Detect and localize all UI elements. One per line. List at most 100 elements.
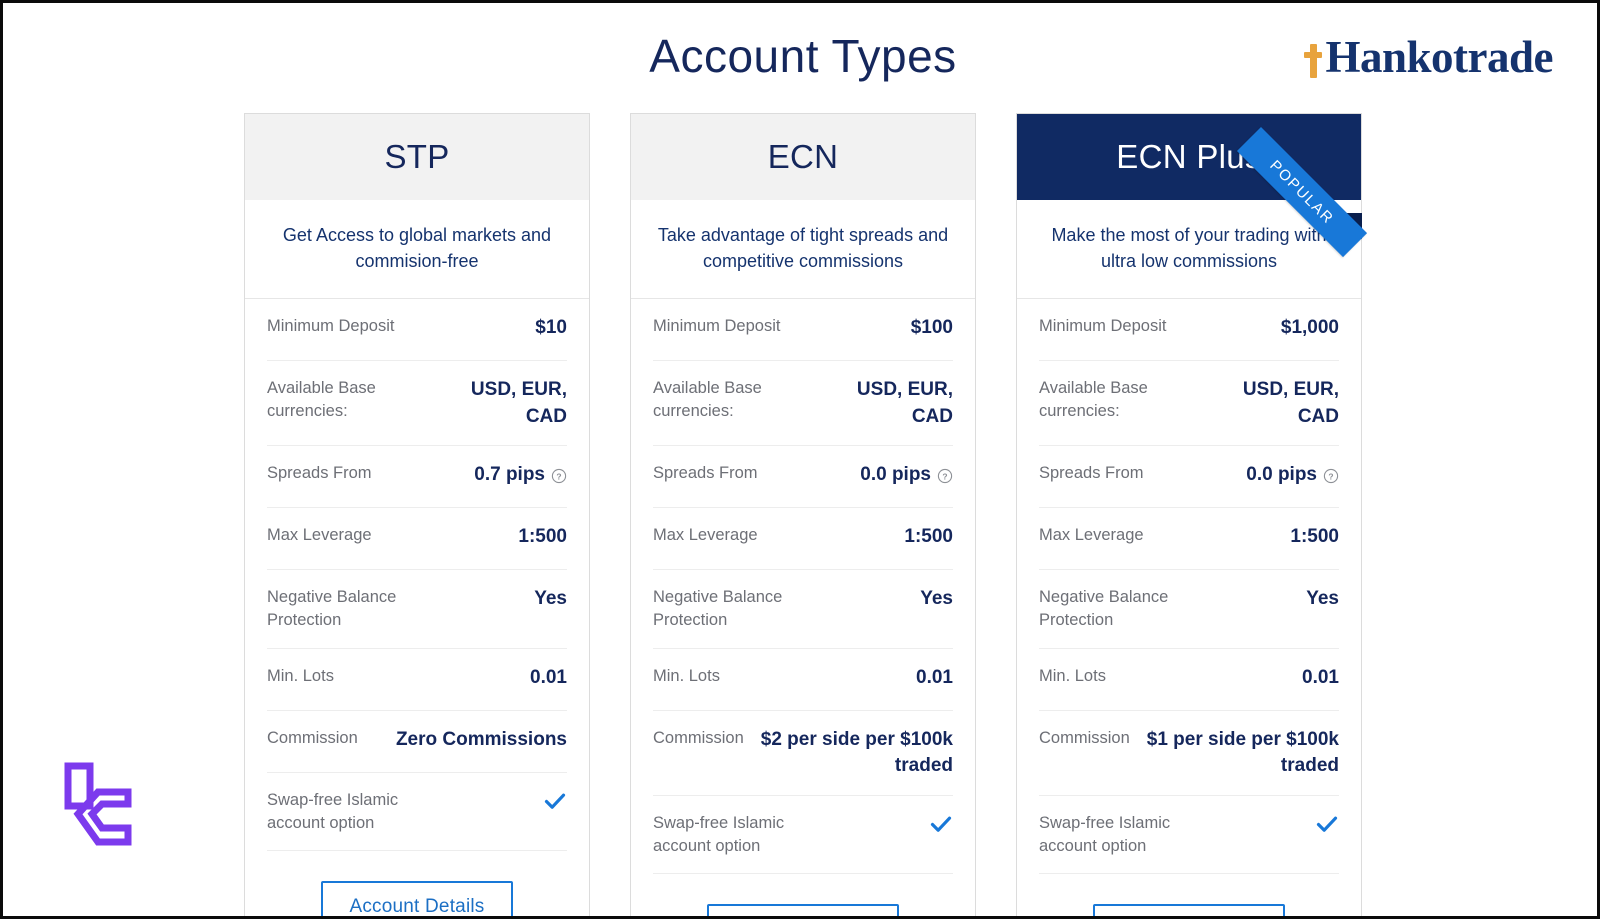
- spec-row-minimum-deposit: Minimum Deposit $10: [267, 299, 567, 362]
- spec-label: Commission: [653, 728, 744, 747]
- spec-value: 1:500: [904, 526, 953, 548]
- svg-text:?: ?: [556, 471, 561, 481]
- hankotrade-mark-icon: [1301, 34, 1327, 80]
- spec-value: 0.7 pips ?: [474, 462, 567, 489]
- hankotrade-logo: Hankotrade: [1301, 33, 1553, 81]
- spec-label: Min. Lots: [653, 666, 720, 685]
- spec-row-spreads-from: Spreads From 0.7 pips ?: [267, 446, 567, 509]
- spec-value: [929, 812, 953, 836]
- spec-row-base-currencies: Available Base currencies: USD, EUR, CAD: [1039, 361, 1339, 447]
- spec-value: $100: [910, 317, 953, 339]
- spec-label: Max Leverage: [267, 526, 372, 545]
- spec-label: Available Base currencies:: [1039, 379, 1148, 421]
- card-footer: Account Details: [1039, 872, 1339, 916]
- account-card-stp: STP Get Access to global markets and com…: [244, 113, 590, 916]
- spec-label: Spreads From: [653, 464, 758, 483]
- spec-label: Commission: [267, 728, 358, 747]
- spec-row-base-currencies: Available Base currencies: USD, EUR, CAD: [653, 361, 953, 447]
- help-circle-icon[interactable]: ?: [1323, 468, 1339, 484]
- spec-label: Min. Lots: [1039, 666, 1106, 685]
- spec-label: Available Base currencies:: [267, 379, 376, 421]
- card-header: STP: [245, 114, 589, 200]
- card-title: ECN Plus: [1116, 138, 1262, 175]
- account-card-ecn-plus: ECN Plus POPULAR Make the most of your t…: [1016, 113, 1368, 916]
- check-icon: [929, 812, 953, 836]
- spec-row-minimum-deposit: Minimum Deposit $100: [653, 299, 953, 362]
- card-title: ECN: [767, 138, 839, 175]
- spec-label: Available Base currencies:: [653, 379, 762, 421]
- spec-label: Negative Balance Protection: [653, 588, 783, 630]
- spec-label: Negative Balance Protection: [267, 588, 397, 630]
- svg-text:?: ?: [942, 471, 947, 481]
- spec-label: Max Leverage: [1039, 526, 1144, 545]
- spec-value: 0.01: [530, 666, 567, 688]
- account-details-button[interactable]: Account Details: [321, 880, 513, 916]
- card-subtitle: Get Access to global markets and commisi…: [245, 200, 589, 300]
- spec-row-negative-balance: Negative Balance Protection Yes: [1039, 570, 1339, 649]
- spec-value: Zero Commissions: [395, 728, 567, 750]
- card-footer: Account Details: [267, 849, 567, 916]
- account-types-page: Account Types Hankotrade STP Get Access …: [0, 0, 1600, 919]
- spec-row-min-lots: Min. Lots 0.01: [653, 649, 953, 711]
- spec-value: 0.01: [916, 666, 953, 688]
- spec-row-negative-balance: Negative Balance Protection Yes: [267, 570, 567, 649]
- help-circle-icon[interactable]: ?: [937, 468, 953, 484]
- check-icon: [543, 789, 567, 813]
- spec-value: [543, 789, 567, 813]
- spec-value: [1315, 812, 1339, 836]
- spec-row-spreads-from: Spreads From 0.0 pips ?: [1039, 446, 1339, 509]
- spec-row-max-leverage: Max Leverage 1:500: [267, 508, 567, 571]
- spec-row-max-leverage: Max Leverage 1:500: [1039, 508, 1339, 571]
- spec-label: Minimum Deposit: [267, 317, 395, 336]
- account-details-button[interactable]: Account Details: [707, 903, 899, 916]
- spec-value: 1:500: [1290, 526, 1339, 548]
- spec-value: 0.0 pips ?: [860, 462, 953, 489]
- spec-row-base-currencies: Available Base currencies: USD, EUR, CAD: [267, 361, 567, 447]
- card-subtitle: Make the most of your trading with ultra…: [1017, 200, 1361, 300]
- card-title: STP: [384, 138, 450, 175]
- spec-label: Swap-free Islamic account option: [1039, 813, 1171, 855]
- svg-text:?: ?: [1328, 471, 1333, 481]
- spec-label: Minimum Deposit: [653, 317, 781, 336]
- spec-row-commission: Commission $2 per side per $100k traded: [653, 711, 953, 796]
- spec-row-minimum-deposit: Minimum Deposit $1,000: [1039, 299, 1339, 362]
- spec-value: Yes: [1306, 588, 1339, 610]
- spec-row-swap-free: Swap-free Islamic account option: [267, 773, 567, 850]
- spec-value: Yes: [920, 588, 953, 610]
- spec-row-swap-free: Swap-free Islamic account option: [1039, 796, 1339, 873]
- card-spec-list: Minimum Deposit $10 Available Base curre…: [245, 299, 589, 850]
- spec-label: Minimum Deposit: [1039, 317, 1167, 336]
- spec-value: USD, EUR, CAD: [470, 379, 567, 427]
- spec-label: Spreads From: [267, 464, 372, 483]
- account-card-ecn: ECN Take advantage of tight spreads and …: [630, 113, 976, 916]
- spec-value: $2 per side per $100k traded: [760, 728, 953, 777]
- spec-label: Swap-free Islamic account option: [653, 813, 785, 855]
- spec-row-commission: Commission Zero Commissions: [267, 711, 567, 773]
- spec-row-commission: Commission $1 per side per $100k traded: [1039, 711, 1339, 796]
- card-spec-list: Minimum Deposit $1,000 Available Base cu…: [1017, 299, 1361, 873]
- spec-row-spreads-from: Spreads From 0.0 pips ?: [653, 446, 953, 509]
- card-spec-list: Minimum Deposit $100 Available Base curr…: [631, 299, 975, 873]
- spec-row-min-lots: Min. Lots 0.01: [1039, 649, 1339, 711]
- spec-value: 0.01: [1302, 666, 1339, 688]
- card-header: ECN Plus: [1017, 114, 1361, 200]
- spec-value: 0.0 pips ?: [1246, 462, 1339, 489]
- card-footer: Account Details: [653, 872, 953, 916]
- spec-value: $10: [535, 317, 567, 339]
- spec-row-swap-free: Swap-free Islamic account option: [653, 796, 953, 873]
- spec-label: Min. Lots: [267, 666, 334, 685]
- spec-label: Commission: [1039, 728, 1130, 747]
- account-cards: STP Get Access to global markets and com…: [3, 113, 1597, 916]
- spec-value: $1,000: [1280, 317, 1339, 339]
- check-icon: [1315, 812, 1339, 836]
- spec-value: $1 per side per $100k traded: [1146, 728, 1339, 777]
- spec-value: Yes: [534, 588, 567, 610]
- spec-label: Max Leverage: [653, 526, 758, 545]
- spec-label: Spreads From: [1039, 464, 1144, 483]
- spec-row-min-lots: Min. Lots 0.01: [267, 649, 567, 711]
- account-details-button[interactable]: Account Details: [1093, 903, 1285, 916]
- spec-value: USD, EUR, CAD: [856, 379, 953, 427]
- help-circle-icon[interactable]: ?: [551, 468, 567, 484]
- card-header: ECN: [631, 114, 975, 200]
- spec-label: Swap-free Islamic account option: [267, 790, 399, 832]
